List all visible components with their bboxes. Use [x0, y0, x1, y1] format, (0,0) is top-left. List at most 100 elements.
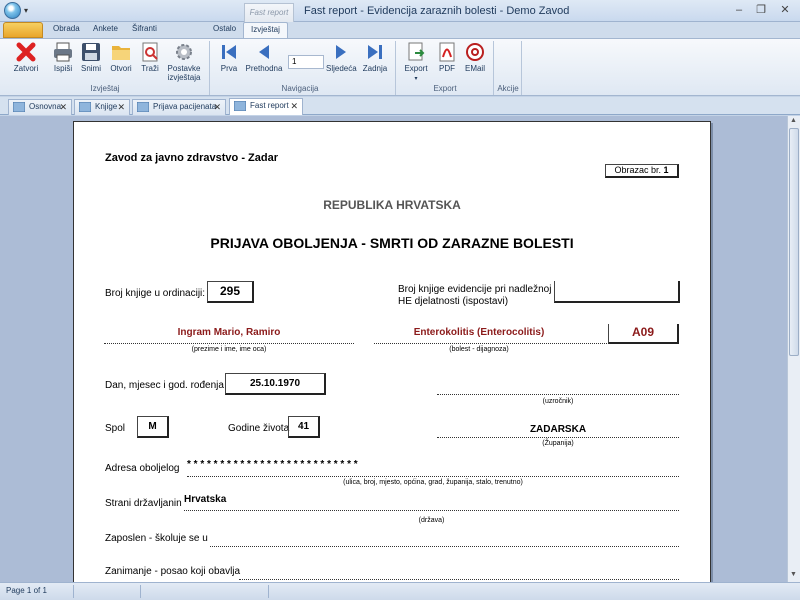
export-label: Export [404, 64, 428, 73]
doc-tab-fast-report-label: Fast report [250, 101, 289, 110]
email-label: EMail [464, 64, 485, 73]
last-page-label: Zadnja [362, 64, 388, 73]
address-value: * * * * * * * * * * * * * * * * * * * * … [187, 459, 358, 470]
open-label: Otvori [110, 64, 132, 73]
dob-value: 25.10.1970 [225, 373, 326, 395]
restore-button[interactable]: ❐ [752, 4, 770, 18]
tab-form-icon [79, 102, 91, 112]
tab-form-icon [13, 102, 25, 112]
occupation-label: Zanimanje - posao koji obavlja [105, 566, 241, 577]
diagnosis-code: A09 [608, 324, 679, 344]
dob-label: Dan, mjesec i god. rođenja [105, 380, 224, 391]
country-caption: (država) [418, 517, 445, 524]
vertical-scrollbar[interactable]: ▲ ▼ [787, 116, 800, 582]
status-bar: Page 1 of 1 [0, 582, 800, 600]
printer-icon [54, 42, 72, 62]
status-divider [140, 585, 141, 598]
first-page-label: Prva [220, 64, 238, 73]
report-preview-area[interactable]: Zavod za javno zdravstvo - Zadar Obrazac… [0, 116, 800, 582]
group-separator [521, 41, 522, 95]
settings-label-line1: Postavke [167, 64, 201, 73]
scrollbar-thumb[interactable] [789, 128, 799, 356]
pdf-export-button[interactable]: PDF [436, 41, 458, 73]
previous-page-button[interactable]: Prethodna [244, 41, 284, 73]
gear-icon [176, 44, 192, 60]
doc-tab-knjige-label: Knjige [95, 102, 118, 111]
email-at-icon [466, 43, 484, 61]
email-export-button[interactable]: EMail [462, 41, 488, 73]
ribbon-tab-row: Obrada Ankete Šifranti Ostalo Izvještaj [0, 22, 800, 39]
minimize-button[interactable]: – [730, 4, 748, 18]
last-page-icon [368, 45, 382, 59]
previous-arrow-icon [259, 45, 269, 59]
patient-name-caption: (prezime i ime, ime oca) [191, 346, 267, 353]
doc-tab-knjige[interactable]: Knjige ✕ [74, 99, 130, 115]
tab-sifranti[interactable]: Šifranti [132, 24, 157, 33]
find-button[interactable]: Traži [138, 41, 162, 73]
previous-page-label: Prethodna [245, 64, 283, 73]
book-number-value: 295 [207, 281, 254, 303]
patient-name: Ingram Mario, Ramiro [177, 327, 281, 338]
sex-value: M [137, 416, 169, 438]
next-page-button[interactable]: Sljedeća [326, 41, 357, 73]
scroll-up-icon[interactable]: ▲ [790, 117, 797, 124]
quick-access-dropdown-icon[interactable]: ▾ [24, 6, 28, 15]
doc-tab-prijava-label: Prijava pacijenata [153, 102, 217, 111]
page-number-input[interactable]: 1 [288, 55, 324, 69]
form-number-value: 1 [663, 165, 669, 175]
scroll-down-icon[interactable]: ▼ [790, 571, 797, 578]
group-label-navigacija: Navigacija [281, 84, 319, 93]
address-label: Adresa oboljelog [105, 463, 180, 474]
export-button[interactable]: Export ▾ [401, 41, 431, 84]
first-page-button[interactable]: Prva [215, 41, 243, 73]
institution-name: Zavod za javno zdravstvo - Zadar [105, 152, 278, 164]
employed-label: Zaposlen - školuje se u [105, 533, 208, 544]
doc-tab-fast-report[interactable]: Fast report ✕ [229, 98, 303, 115]
tab-form-icon [137, 102, 149, 112]
close-window-button[interactable]: ✕ [776, 4, 794, 18]
settings-label-line2: izvještaja [167, 73, 201, 82]
close-report-label: Zatvori [13, 64, 39, 73]
group-separator [209, 41, 210, 95]
tab-ostalo[interactable]: Ostalo [213, 24, 236, 33]
report-settings-button[interactable]: Postavke izvještaja [166, 41, 202, 82]
app-logo-icon[interactable] [4, 2, 21, 19]
next-page-label: Sljedeća [326, 64, 357, 73]
close-report-button[interactable]: Zatvori [12, 41, 40, 73]
open-button[interactable]: Otvori [107, 41, 135, 73]
application-menu-button[interactable] [3, 22, 43, 38]
next-arrow-icon [336, 45, 346, 59]
disease-caption: (bolest - dijagnoza) [449, 346, 509, 353]
county-value: ZADARSKA [529, 424, 587, 435]
age-label: Godine života [228, 423, 290, 434]
document-tab-strip: Osnovna ✕ Knjige ✕ Prijava pacijenata ✕ … [0, 97, 800, 115]
first-page-icon [222, 45, 236, 59]
sex-label: Spol [105, 423, 126, 434]
find-label: Traži [141, 64, 159, 73]
status-divider [268, 585, 269, 598]
close-tab-icon[interactable]: ✕ [213, 100, 221, 114]
save-button[interactable]: Snimi [79, 41, 103, 73]
group-label-izvjestaj: Izvještaj [90, 84, 120, 93]
last-page-button[interactable]: Zadnja [361, 41, 389, 73]
evidence-number-value [554, 281, 680, 303]
pdf-label: PDF [439, 64, 455, 73]
foreigner-label: Strani državljanin [105, 498, 182, 509]
tab-ankete[interactable]: Ankete [93, 24, 118, 33]
close-tab-icon[interactable]: ✕ [290, 99, 298, 113]
foreigner-value: Hrvatska [184, 494, 227, 505]
tab-izvjestaj[interactable]: Izvještaj [243, 22, 288, 39]
close-tab-icon[interactable]: ✕ [59, 100, 67, 114]
occupation-line [239, 579, 679, 580]
country-heading: REPUBLIKA HRVATSKA [323, 198, 461, 212]
search-document-icon [142, 42, 158, 62]
print-button[interactable]: Ispiši [50, 41, 76, 73]
close-x-icon [16, 42, 36, 62]
doc-tab-prijava-pacijenata[interactable]: Prijava pacijenata ✕ [132, 99, 226, 115]
floppy-disk-icon [82, 43, 100, 61]
county-caption: (Županija) [542, 440, 574, 447]
doc-tab-osnovna[interactable]: Osnovna ✕ [8, 99, 72, 115]
tab-obrada[interactable]: Obrada [53, 24, 80, 33]
close-tab-icon[interactable]: ✕ [117, 100, 125, 114]
evidence-label-line2: HE djelatnosti (ispostavi) [398, 296, 509, 307]
